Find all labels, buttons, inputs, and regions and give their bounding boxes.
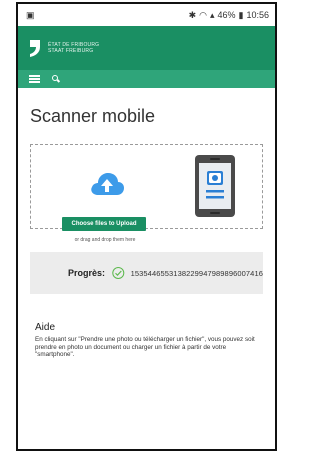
phone-screen: ▣ ✱ ◠ ▴ 46% ▮ 10:56 ÉTAT DE FRIBOURG STA… bbox=[16, 2, 277, 451]
help-title: Aide bbox=[35, 322, 56, 333]
progress-panel: Progrès: 1535446553138229947989896007416 bbox=[30, 252, 263, 294]
help-text: En cliquant sur "Prendre une photo ou té… bbox=[35, 336, 255, 359]
signal-icon: ▴ bbox=[209, 9, 215, 20]
choose-files-button[interactable]: Choose files to Upload bbox=[62, 217, 146, 231]
phone-scanner-icon bbox=[195, 155, 235, 217]
clock: 10:56 bbox=[246, 10, 269, 20]
logo-text[interactable]: ÉTAT DE FRIBOURG STAAT FREIBURG bbox=[48, 42, 99, 54]
upload-dropzone[interactable]: Choose files to Upload or drag and drop … bbox=[30, 144, 263, 243]
nav-bar bbox=[18, 70, 275, 88]
bluetooth-icon: ✱ bbox=[188, 9, 197, 20]
drop-hint: or drag and drop them here bbox=[74, 237, 136, 243]
status-bar: ▣ ✱ ◠ ▴ 46% ▮ 10:56 bbox=[18, 4, 275, 26]
battery-icon: ▮ bbox=[238, 9, 244, 20]
wifi-icon: ◠ bbox=[199, 9, 207, 20]
check-circle-icon bbox=[112, 266, 125, 280]
battery-percent: 46% bbox=[217, 10, 236, 20]
logo-line-2: STAAT FREIBURG bbox=[48, 48, 94, 54]
canton-logo-icon[interactable] bbox=[28, 38, 42, 58]
progress-label: Progrès: bbox=[68, 268, 106, 278]
page-title: Scanner mobile bbox=[30, 106, 156, 126]
site-header: ÉTAT DE FRIBOURG STAAT FREIBURG bbox=[18, 26, 275, 70]
search-icon[interactable] bbox=[52, 75, 61, 83]
notification-icon: ▣ bbox=[26, 9, 35, 20]
cloud-upload-icon[interactable] bbox=[89, 169, 125, 197]
menu-icon[interactable] bbox=[29, 75, 40, 83]
progress-id: 1535446553138229947989896007416 bbox=[130, 268, 263, 278]
